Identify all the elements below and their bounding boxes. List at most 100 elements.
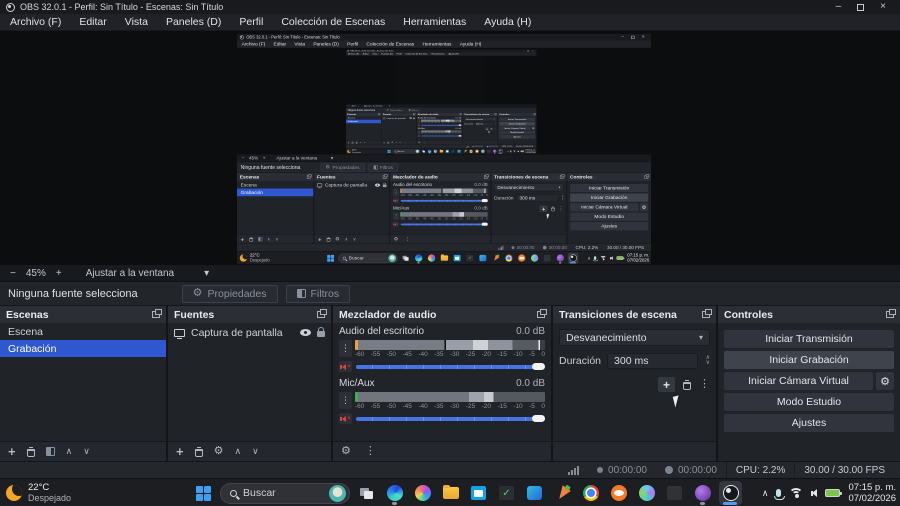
- scene-filters-button[interactable]: [45, 447, 55, 456]
- menu-archivo[interactable]: Archivo (F): [10, 16, 61, 28]
- microphone-tray-icon[interactable]: [774, 489, 786, 500]
- volume-slider[interactable]: [356, 362, 545, 372]
- blender-app-button[interactable]: [607, 481, 630, 505]
- transition-menu-button[interactable]: ⋮: [699, 379, 710, 390]
- properties-button[interactable]: ⚙ Propiedades: [181, 284, 278, 303]
- file-explorer-button[interactable]: [439, 481, 462, 505]
- menu-perfil[interactable]: Perfil: [239, 16, 263, 28]
- volume-slider[interactable]: [356, 414, 545, 424]
- channel-menu-button[interactable]: ⋮: [339, 392, 352, 409]
- menu-vista[interactable]: Vista: [125, 16, 148, 28]
- mixer-dock-header[interactable]: Mezclador de audio: [333, 306, 551, 323]
- taskbar-search[interactable]: Buscar: [220, 482, 350, 504]
- volume-slider-handle[interactable]: [532, 415, 545, 422]
- add-source-button[interactable]: +: [176, 445, 184, 458]
- paint-app-button[interactable]: [411, 481, 434, 505]
- menu-editar[interactable]: Editar: [79, 16, 106, 28]
- edge-app-button[interactable]: [383, 481, 406, 505]
- task-view-button[interactable]: [355, 481, 378, 505]
- photos-app-button[interactable]: [635, 481, 658, 505]
- menu-paneles[interactable]: Paneles (D): [166, 16, 221, 28]
- purple-orb-app-button[interactable]: [691, 481, 714, 505]
- fit-to-window-label[interactable]: Ajustar a la ventana: [86, 268, 174, 279]
- minimize-button[interactable]: –: [836, 2, 842, 12]
- advanced-audio-button[interactable]: ⚙: [341, 446, 351, 457]
- fit-dropdown-caret[interactable]: ▾: [204, 268, 209, 279]
- spin-down-icon[interactable]: ∨: [706, 360, 710, 366]
- remove-transition-button[interactable]: [683, 379, 691, 390]
- preview-canvas[interactable]: OBS 32.0.1 - Perfil: Sin Título - Escena…: [0, 31, 900, 265]
- start-virtual-camera-button[interactable]: Iniciar Cámara Virtual: [724, 372, 873, 390]
- wifi-icon[interactable]: [789, 488, 804, 498]
- menu-ayuda[interactable]: Ayuda (H): [484, 16, 531, 28]
- duration-spinner[interactable]: ∧ ∨: [706, 355, 710, 366]
- close-button[interactable]: ×: [880, 2, 886, 12]
- popout-icon[interactable]: [152, 309, 162, 318]
- scene-down-button[interactable]: ∨: [83, 447, 90, 456]
- transitions-title: Transiciones de escena: [559, 308, 677, 321]
- popout-icon[interactable]: [702, 309, 712, 318]
- clock-date: 07/02/2026: [848, 493, 896, 504]
- search-highlight-avatar: [329, 484, 346, 502]
- network-bars-icon: [568, 465, 580, 475]
- start-streaming-button[interactable]: Iniciar Transmisión: [724, 330, 894, 348]
- virtual-camera-settings-button[interactable]: ⚙: [876, 372, 894, 390]
- popout-icon[interactable]: [317, 309, 327, 318]
- inactive-app-button[interactable]: [663, 481, 686, 505]
- popout-icon[interactable]: [537, 309, 547, 318]
- nested-screen-capture: OBS 32.0.1 - Perfil: Sin Título - Escena…: [346, 49, 537, 154]
- transitions-dock-header[interactable]: Transiciones de escena: [553, 306, 716, 323]
- source-item-captura[interactable]: Captura de pantalla: [168, 323, 331, 342]
- source-properties-button[interactable]: ⚙: [214, 446, 224, 457]
- lock-icon[interactable]: [317, 327, 325, 337]
- source-down-button[interactable]: ∨: [252, 447, 259, 456]
- tray-chevron-up-icon[interactable]: ∧: [762, 488, 769, 499]
- duration-input[interactable]: 300 ms: [607, 353, 698, 369]
- obs-app-button[interactable]: [719, 481, 742, 505]
- source-up-button[interactable]: ∧: [234, 447, 241, 456]
- remove-scene-button[interactable]: [26, 446, 35, 457]
- weather-widget[interactable]: 22°C Despejado: [6, 482, 71, 503]
- menu-herramientas[interactable]: Herramientas: [403, 16, 466, 28]
- scene-item-escena[interactable]: Escena: [0, 323, 166, 340]
- folder-icon: [442, 485, 459, 499]
- visibility-eye-icon[interactable]: [300, 329, 311, 336]
- scenes-dock-header[interactable]: Escenas: [0, 306, 166, 323]
- mute-button[interactable]: ×: [339, 413, 352, 424]
- scenes-title: Escenas: [6, 308, 49, 321]
- mail-app-button[interactable]: [523, 481, 546, 505]
- recording-timer: 00:00:00: [656, 462, 726, 478]
- mute-button[interactable]: ×: [339, 361, 352, 372]
- channel-menu-button[interactable]: ⋮: [339, 340, 352, 357]
- battery-icon[interactable]: [825, 489, 843, 497]
- speaker-tray-icon[interactable]: [811, 489, 818, 497]
- zoom-out-button[interactable]: −: [10, 268, 16, 279]
- popout-icon[interactable]: [886, 309, 896, 318]
- restore-button[interactable]: [857, 3, 865, 11]
- mixer-menu-button[interactable]: ⋮: [365, 446, 376, 457]
- carrot-app-button[interactable]: [551, 481, 574, 505]
- sources-dock-header[interactable]: Fuentes: [168, 306, 331, 323]
- controls-dock-header[interactable]: Controles: [718, 306, 900, 323]
- settings-button[interactable]: Ajustes: [724, 414, 894, 432]
- add-transition-button[interactable]: +: [658, 377, 675, 392]
- scene-up-button[interactable]: ∧: [66, 447, 73, 456]
- microsoft-store-button[interactable]: [467, 481, 490, 505]
- zoom-in-button[interactable]: +: [56, 268, 62, 279]
- start-recording-button[interactable]: Iniciar Grabación: [724, 351, 894, 369]
- checker-app-button[interactable]: ✓: [495, 481, 518, 505]
- scene-item-grabacion[interactable]: Grabación: [0, 340, 166, 357]
- transition-select[interactable]: Desvanecimiento ▾: [559, 329, 710, 346]
- studio-mode-button[interactable]: Modo Estudio: [724, 393, 894, 411]
- filters-button[interactable]: Filtros: [285, 284, 351, 303]
- check-icon: ✓: [499, 486, 514, 500]
- chrome-app-button[interactable]: [579, 481, 602, 505]
- menu-coleccion-escenas[interactable]: Colección de Escenas: [281, 16, 385, 28]
- add-scene-button[interactable]: +: [8, 445, 16, 458]
- source-label: Captura de pantalla: [191, 326, 283, 339]
- remove-source-button[interactable]: [194, 446, 203, 457]
- tray-clock[interactable]: 07:15 p. m. 07/02/2026: [848, 482, 896, 504]
- start-button[interactable]: [192, 481, 215, 505]
- volume-slider-handle[interactable]: [532, 363, 545, 370]
- gear-icon: ⚙: [192, 287, 203, 299]
